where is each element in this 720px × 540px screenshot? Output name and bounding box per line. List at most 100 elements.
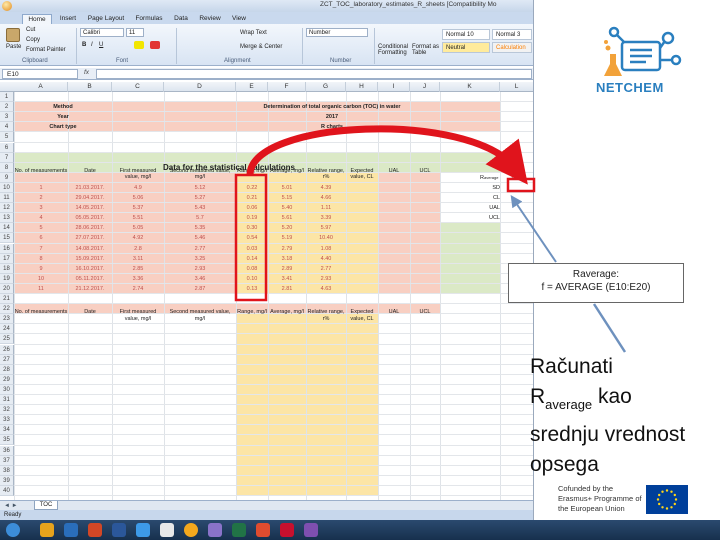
data-cell[interactable]: 2.85 [112,264,164,274]
data-cell[interactable]: 1.08 [306,244,346,254]
column-title[interactable]: Date [68,308,112,324]
column-header-e[interactable]: E [236,82,268,92]
browser-icon[interactable] [160,523,174,537]
row-header[interactable]: 36 [0,445,14,456]
row-header[interactable]: 15 [0,233,14,244]
data-cell[interactable]: 5.46 [164,233,236,243]
r-average-value[interactable]: 0.19 [500,173,533,183]
data-cell[interactable]: 4 [14,213,68,223]
data-cell[interactable]: 5.37 [112,203,164,213]
info-label[interactable]: Method [14,102,112,112]
data-cell[interactable]: 5.35 [164,223,236,233]
format-painter-button[interactable]: Format Painter [26,47,66,53]
data-cell[interactable]: 4.9 [112,183,164,193]
italic-button[interactable]: I [91,42,93,48]
row-header[interactable]: 17 [0,253,14,264]
data-cell[interactable]: 8 [14,254,68,264]
data-cell[interactable]: 5.27 [164,193,236,203]
data-cell[interactable]: 05.11.2017. [68,274,112,284]
fill-color-icon[interactable] [134,41,144,49]
data-cell[interactable]: 0.13 [236,284,268,294]
powerpoint-icon[interactable] [88,523,102,537]
data-cell[interactable]: 5 [14,223,68,233]
data-cell[interactable]: 5.97 [306,223,346,233]
data-cell[interactable]: 15.09.2017. [68,254,112,264]
column-title[interactable]: Expected value, CL [346,308,378,324]
column-title[interactable]: No. of measurements [14,167,68,183]
data-cell[interactable]: 1.11 [306,203,346,213]
stat-label[interactable]: UAL [440,203,500,213]
data-cell[interactable]: 5.06 [112,193,164,203]
data-cell[interactable]: 0.08 [236,264,268,274]
fx-icon[interactable]: fx [84,69,89,76]
column-title[interactable]: UAL [378,308,410,324]
data-cell[interactable]: 5.51 [112,213,164,223]
data-cell[interactable]: 0.10 [236,274,268,284]
data-cell[interactable]: 10.40 [306,233,346,243]
r-average-label[interactable]: Raverage [440,173,500,183]
column-title[interactable]: Relative range, r% [306,167,346,183]
row-header[interactable]: 12 [0,203,14,214]
data-cell[interactable]: 14.08.2017. [68,244,112,254]
data-cell[interactable]: 3.25 [164,254,236,264]
style-neutral[interactable]: Neutral [442,42,490,53]
row-header[interactable]: 4 [0,122,14,133]
row-header[interactable]: 19 [0,273,14,284]
data-cell[interactable]: 4.63 [306,284,346,294]
column-title[interactable]: First measured value, mg/l [112,167,164,183]
data-cell[interactable]: 2.93 [306,274,346,284]
data-cell[interactable]: 5.19 [268,233,306,243]
row-header[interactable]: 3 [0,112,14,123]
data-cell[interactable]: 0.21 [236,193,268,203]
data-cell[interactable]: 7 [14,244,68,254]
row-header[interactable]: 18 [0,263,14,274]
column-title[interactable]: UCL [410,167,440,183]
info-label[interactable]: Chart type [14,122,112,132]
data-cell[interactable]: 3.39 [306,213,346,223]
style-normal-3[interactable]: Normal 3 [492,29,532,40]
name-box[interactable]: E10 [2,69,78,79]
data-cell[interactable]: 3.36 [112,274,164,284]
column-header-c[interactable]: C [112,82,164,92]
data-cell[interactable]: 2.8 [112,244,164,254]
data-cell[interactable]: 4.92 [112,233,164,243]
row-header[interactable]: 20 [0,283,14,294]
data-cell[interactable]: 5.01 [268,183,306,193]
data-cell[interactable]: 21.03.2017. [68,183,112,193]
data-cell[interactable]: 2.87 [164,284,236,294]
stat-label[interactable]: CL [440,193,500,203]
data-cell[interactable]: 4.39 [306,183,346,193]
data-cell[interactable]: 2 [14,193,68,203]
info-label[interactable]: Year [14,112,112,122]
column-title[interactable]: Relative range, r% [306,308,346,324]
data-cell[interactable]: 3.41 [268,274,306,284]
data-cell[interactable]: 0.22 [236,183,268,193]
row-header[interactable]: 16 [0,243,14,254]
row-header[interactable]: 26 [0,344,14,355]
row-header[interactable]: 40 [0,485,14,496]
column-title[interactable]: Second measured value, mg/l [164,308,236,324]
row-header[interactable]: 27 [0,354,14,365]
row-header[interactable]: 2 [0,102,14,113]
row-header[interactable]: 11 [0,193,14,204]
sheet-tab-toc[interactable]: TOC [34,501,58,510]
data-cell[interactable]: 0.03 [236,244,268,254]
data-cell[interactable]: 4.66 [306,193,346,203]
row-header[interactable]: 8 [0,162,14,173]
column-title[interactable]: UCL [410,308,440,324]
data-cell[interactable]: 2.74 [112,284,164,294]
row-header[interactable]: 39 [0,475,14,486]
font-name-select[interactable]: Calibri [80,28,124,37]
row-header[interactable]: 25 [0,334,14,345]
row-header[interactable]: 1 [0,92,14,103]
media-icon[interactable] [64,523,78,537]
data-cell[interactable]: 3 [14,203,68,213]
column-title[interactable]: Expected value, CL [346,167,378,183]
font-size-select[interactable]: 11 [126,28,144,37]
explorer-icon[interactable] [40,523,54,537]
underline-button[interactable]: U [99,42,103,48]
number-format-select[interactable]: Number [306,28,368,37]
column-header-l[interactable]: L [500,82,533,92]
data-cell[interactable]: 3.46 [164,274,236,284]
row-header[interactable]: 38 [0,465,14,476]
